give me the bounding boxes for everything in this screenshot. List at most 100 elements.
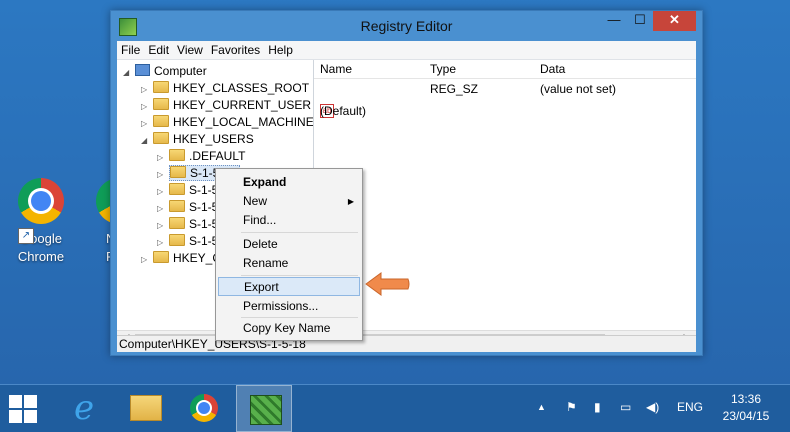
menu-edit[interactable]: Edit: [144, 41, 173, 57]
menu-item-copy-key-name[interactable]: Copy Key Name: [218, 319, 360, 338]
menu-separator: [241, 317, 358, 318]
desktop-icon-label-line2: Chrome: [17, 249, 65, 264]
column-header-data[interactable]: Data: [540, 62, 565, 76]
tree-item-label: HKEY_CLASSES_ROOT: [173, 81, 310, 95]
tree-item-hkey-users[interactable]: ◢ HKEY_USERS: [141, 131, 254, 148]
tree-item-label: Computer: [154, 64, 207, 78]
taskbar-file-explorer[interactable]: [116, 385, 172, 432]
menu-item-expand[interactable]: Expand: [218, 173, 360, 192]
tree-item-computer[interactable]: ◢ Computer: [123, 63, 207, 80]
tree-item-hkey-current-user[interactable]: ▷ HKEY_CURRENT_USER: [141, 97, 311, 114]
value-data: (value not set): [540, 82, 617, 96]
menu-item-export[interactable]: Export: [218, 277, 360, 296]
tree-item-hkey-classes-root[interactable]: ▷ HKEY_CLASSES_ROOT: [141, 80, 309, 97]
clock-date: 23/04/15: [722, 409, 770, 423]
tree-item-label: HKEY_USERS: [173, 132, 254, 146]
tree-item-s-1-5[interactable]: ▷ S-1-5-: [157, 216, 222, 233]
collapsed-arrow-icon[interactable]: ▷: [157, 234, 169, 251]
menu-file[interactable]: File: [117, 41, 144, 57]
collapsed-arrow-icon[interactable]: ▷: [141, 251, 153, 268]
clock[interactable]: 13:36 23/04/15: [712, 391, 780, 425]
folder-icon: [169, 234, 185, 246]
taskbar-google-chrome[interactable]: [176, 385, 232, 432]
chrome-icon: [18, 178, 64, 224]
collapsed-arrow-icon[interactable]: ▷: [157, 183, 169, 200]
clock-time: 13:36: [730, 392, 762, 406]
folder-icon: [153, 81, 169, 93]
value-name: (Default): [320, 104, 367, 118]
menu-view[interactable]: View: [173, 41, 207, 57]
menu-item-find[interactable]: Find...: [218, 211, 360, 230]
tree-item-label: HKEY_LOCAL_MACHINE: [173, 115, 314, 129]
taskbar-internet-explorer[interactable]: e: [54, 385, 110, 432]
folder-icon: [170, 166, 186, 178]
collapsed-arrow-icon[interactable]: ▷: [141, 115, 153, 132]
collapsed-arrow-icon[interactable]: ▷: [157, 200, 169, 217]
orange-arrow-pointer-icon: [365, 272, 410, 296]
expanded-arrow-icon[interactable]: ◢: [141, 132, 153, 149]
tree-item-label: HKEY_CURRENT_USER: [173, 98, 312, 112]
collapsed-arrow-icon[interactable]: ▷: [157, 166, 169, 183]
menu-separator: [241, 232, 358, 233]
volume-icon[interactable]: ◀): [646, 400, 659, 414]
submenu-arrow-icon: ▶: [347, 197, 354, 206]
tree-item-s-1-5[interactable]: ▷ S-1-5-: [157, 182, 222, 199]
menu-item-new[interactable]: New ▶: [218, 192, 360, 211]
input-language[interactable]: ENG: [677, 400, 703, 414]
client-area: File Edit View Favorites Help ◢ Computer ▷ HKE…: [117, 41, 696, 349]
maximize-button[interactable]: ☐: [627, 11, 653, 31]
title-bar[interactable]: Registry Editor — ☐ ✕: [111, 11, 702, 41]
network-icon[interactable]: ▭: [620, 400, 631, 414]
chrome-icon: [190, 394, 218, 422]
column-header-name[interactable]: Name: [320, 62, 352, 76]
menu-item-rename[interactable]: Rename: [218, 254, 360, 273]
file-explorer-icon: [130, 395, 162, 421]
menu-separator: [241, 275, 358, 276]
power-icon[interactable]: ▮: [594, 400, 601, 414]
close-button[interactable]: ✕: [653, 11, 696, 31]
folder-icon: [153, 98, 169, 110]
show-hidden-icons-button[interactable]: ▲: [537, 402, 546, 412]
folder-icon: [153, 115, 169, 127]
menu-item-label: New: [243, 194, 268, 208]
collapsed-arrow-icon[interactable]: ▷: [141, 98, 153, 115]
collapsed-arrow-icon[interactable]: ▷: [141, 81, 153, 98]
minimize-button[interactable]: —: [601, 11, 627, 31]
menu-favorites[interactable]: Favorites: [207, 41, 264, 57]
folder-icon: [153, 132, 169, 144]
action-center-flag-icon[interactable]: ⚑: [566, 400, 577, 414]
folder-icon: [169, 200, 185, 212]
status-bar: Computer\HKEY_USERS\S-1-5-18: [117, 335, 696, 352]
menu-item-delete[interactable]: Delete: [218, 235, 360, 254]
list-header: Name Type Data: [314, 60, 696, 79]
collapsed-arrow-icon[interactable]: ▷: [157, 217, 169, 234]
menu-help[interactable]: Help: [264, 41, 297, 57]
folder-icon: [153, 251, 169, 263]
desktop-icon-google-chrome[interactable]: ↗ Google Chrome: [6, 178, 76, 266]
start-button[interactable]: [0, 385, 56, 432]
tree-item-s-1-5[interactable]: ▷ S-1-5-: [157, 199, 222, 216]
shortcut-arrow-icon: ↗: [18, 228, 34, 244]
internet-explorer-icon: e: [73, 388, 95, 428]
desktop-icon-label-line1: Google: [20, 231, 62, 246]
menu-bar: File Edit View Favorites Help: [117, 41, 696, 60]
menu-item-permissions[interactable]: Permissions...: [218, 297, 360, 316]
taskbar-registry-editor[interactable]: [236, 385, 292, 432]
column-header-type[interactable]: Type: [430, 62, 456, 76]
folder-icon: [169, 217, 185, 229]
context-menu: Expand New ▶ Find... Delete Rename Export…: [215, 168, 363, 341]
value-type: REG_SZ: [430, 82, 479, 96]
computer-icon: [135, 64, 150, 76]
tree-item-label: .DEFAULT: [189, 149, 246, 163]
collapsed-arrow-icon[interactable]: ▷: [157, 149, 169, 166]
folder-icon: [169, 149, 185, 161]
tree-item-s-1-5[interactable]: ▷ S-1-5-: [157, 233, 222, 250]
tree-item-default[interactable]: ▷ .DEFAULT: [157, 148, 245, 165]
taskbar: e ▲ ⚑ ▮ ▭ ◀) ENG 13:36 23/04/15: [0, 384, 790, 432]
registry-editor-icon: [250, 395, 282, 425]
windows-logo-icon: [9, 395, 37, 423]
expanded-arrow-icon[interactable]: ◢: [123, 64, 135, 81]
tree-item-hkey-local-machine[interactable]: ▷ HKEY_LOCAL_MACHINE: [141, 114, 314, 132]
registry-editor-window: Registry Editor — ☐ ✕ File Edit View Favori…: [110, 10, 703, 356]
folder-icon: [169, 183, 185, 195]
